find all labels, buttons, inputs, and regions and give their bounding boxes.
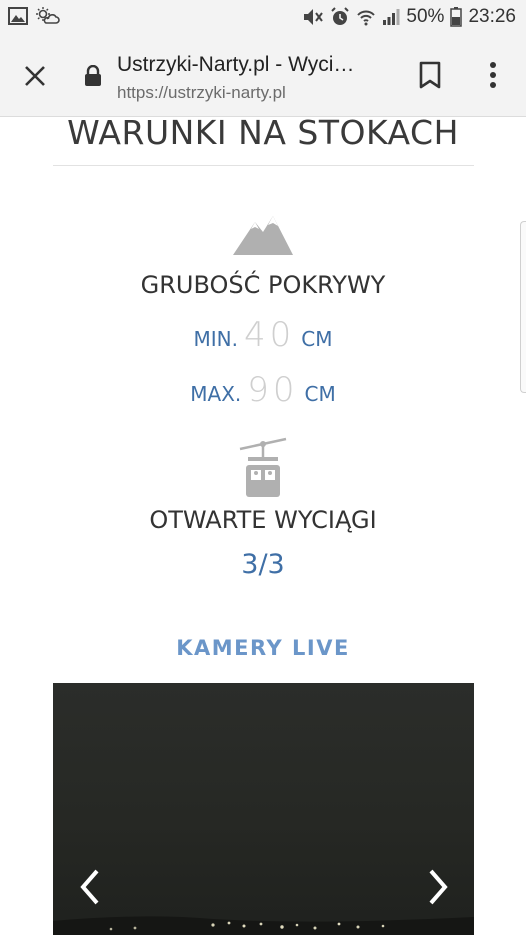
live-cameras-heading[interactable]: KAMERY LIVE	[0, 636, 526, 660]
clock-time: 23:26	[468, 6, 516, 27]
image-icon	[8, 7, 28, 25]
status-bar: 50% 23:26	[0, 0, 526, 36]
min-unit: CM	[301, 327, 333, 351]
battery-icon	[450, 7, 463, 27]
max-value: 90	[247, 370, 299, 410]
section-title: WARUNKI NA STOKACH	[67, 117, 459, 152]
title-divider	[53, 165, 474, 166]
camera-night-lights	[53, 916, 474, 935]
browser-toolbar: Ustrzyki-Narty.pl - Wyci… https://ustrzy…	[0, 36, 526, 117]
lock-icon	[84, 64, 102, 91]
signal-icon	[382, 8, 400, 26]
bookmark-icon[interactable]	[417, 60, 443, 94]
url-bar[interactable]: https://ustrzyki-narty.pl	[117, 83, 286, 103]
wifi-icon	[356, 7, 376, 27]
live-camera-view[interactable]	[53, 683, 474, 935]
more-icon[interactable]	[483, 60, 503, 94]
close-icon[interactable]	[18, 59, 52, 93]
alarm-icon	[330, 7, 350, 27]
page-title[interactable]: Ustrzyki-Narty.pl - Wyci…	[117, 53, 354, 77]
max-unit: CM	[304, 382, 336, 406]
snow-min-row: MIN. 40 CM	[0, 315, 526, 355]
weather-icon	[36, 7, 60, 25]
previous-camera-arrow-icon[interactable]	[75, 867, 105, 907]
gondola-icon	[238, 437, 288, 505]
open-lifts-label: OTWARTE WYCIĄGI	[149, 506, 377, 534]
snow-depth-label: GRUBOŚĆ POKRYWY	[140, 271, 386, 299]
battery-percent: 50%	[406, 6, 445, 27]
page-content[interactable]: WARUNKI NA STOKACH GRUBOŚĆ POKRYWY MIN. …	[0, 117, 526, 935]
next-camera-arrow-icon[interactable]	[423, 867, 453, 907]
mountain-icon	[233, 212, 293, 261]
scrollbar-thumb[interactable]	[520, 221, 526, 393]
url-host: ustrzyki-narty.pl	[168, 83, 286, 102]
min-label: MIN.	[193, 327, 238, 351]
url-scheme: https://	[117, 83, 169, 102]
min-value: 40	[243, 315, 296, 355]
open-lifts-count: 3/3	[241, 549, 285, 580]
snow-max-row: MAX. 90 CM	[0, 370, 526, 410]
mute-icon	[302, 7, 324, 27]
max-label: MAX.	[190, 382, 242, 406]
